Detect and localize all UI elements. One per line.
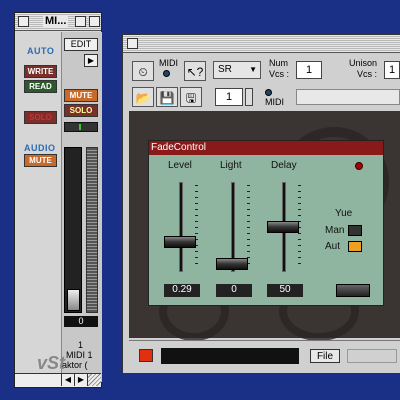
save-as-icon[interactable]: 🖫 <box>180 87 202 107</box>
unison-input[interactable]: 1 <box>384 61 400 79</box>
light-ticks <box>247 185 250 269</box>
save-icon[interactable]: 💾 <box>156 87 178 107</box>
man-toggle[interactable] <box>348 225 362 236</box>
status-display <box>161 348 299 364</box>
expand-arrow-icon[interactable]: ▶ <box>84 54 98 67</box>
channel-device: aktor ( <box>62 360 88 370</box>
sr-select-value: SR <box>218 64 232 75</box>
auto-label: AUTO <box>27 46 55 56</box>
main-close-box-icon[interactable] <box>127 38 138 49</box>
mixer-strip-window: MI... AUTO WRITE READ SOLO AUDIO MUTE ED… <box>14 12 102 388</box>
help-pointer-icon[interactable]: ↖? <box>184 61 206 81</box>
light-label: Light <box>220 160 242 171</box>
aut-label: Aut <box>325 241 341 252</box>
delay-slider-knob[interactable] <box>267 221 299 233</box>
fader-value: 0 <box>64 316 98 327</box>
sr-select[interactable]: SR ▼ <box>213 61 261 79</box>
mute-right-button[interactable]: MUTE <box>64 89 98 102</box>
fade-control-led <box>355 162 363 170</box>
main-status-bar: File <box>129 340 400 370</box>
file-button[interactable]: File <box>310 349 340 363</box>
edit-button[interactable]: EDIT <box>64 38 98 51</box>
solo-left-button[interactable]: SOLO <box>24 111 57 124</box>
vst-logo: vSt <box>37 353 66 373</box>
level-slider-knob[interactable] <box>164 236 196 248</box>
field-input[interactable]: 1 <box>215 88 243 106</box>
solo-right-button[interactable]: SOLO <box>64 104 98 117</box>
level-slider-track[interactable] <box>179 182 183 272</box>
resize-handle-icon[interactable] <box>87 374 101 386</box>
midi-indicator-2 <box>265 89 272 96</box>
scroll-left-arrow-icon[interactable]: ◀ <box>61 374 74 386</box>
main-title-bar[interactable] <box>123 35 400 53</box>
collapse-box-icon[interactable] <box>89 16 100 27</box>
level-label: Level <box>168 160 192 171</box>
light-value: 0 <box>216 284 252 297</box>
write-button[interactable]: WRITE <box>24 65 57 78</box>
num-voices-label-2: Vcs : <box>269 69 290 79</box>
fade-control-module: FadeControl Level Light Delay 0.29 0 50 … <box>148 140 384 306</box>
record-indicator[interactable] <box>139 349 153 362</box>
midi-indicator <box>163 70 170 77</box>
unison-label: Unison <box>349 58 378 68</box>
mute-left-button[interactable]: MUTE <box>24 154 57 167</box>
fade-action-button[interactable] <box>336 284 370 297</box>
close-box-icon[interactable] <box>18 16 29 27</box>
channel-name[interactable]: MIDI 1 <box>66 350 93 360</box>
read-button[interactable]: READ <box>24 80 57 93</box>
yue-label: Yue <box>335 208 353 219</box>
channel-number: 1 <box>78 340 84 350</box>
aut-toggle[interactable] <box>348 241 362 252</box>
midi-label-2: MIDI <box>265 97 284 107</box>
delay-label: Delay <box>271 160 297 171</box>
unison-vcs-label: Vcs : <box>357 69 378 79</box>
man-label: Man <box>325 225 345 236</box>
info-bar <box>296 89 400 105</box>
status-empty-field <box>347 349 397 363</box>
delay-value: 50 <box>267 284 303 297</box>
scroll-right-arrow-icon[interactable]: ▶ <box>74 374 87 386</box>
audio-label: AUDIO <box>24 143 56 153</box>
fade-control-title: FadeControl <box>149 141 383 155</box>
mixer-title: MI... <box>43 15 69 28</box>
channel-meter <box>86 147 98 313</box>
level-ticks <box>195 185 198 269</box>
zoom-box-icon[interactable] <box>75 16 86 27</box>
num-voices-input[interactable]: 1 <box>296 61 322 79</box>
num-voices-label-1: Num <box>269 58 289 68</box>
open-folder-icon[interactable]: 📂 <box>132 87 154 107</box>
level-value: 0.29 <box>164 284 200 297</box>
chevron-down-icon: ▼ <box>249 65 257 74</box>
clock-icon[interactable]: ⏲ <box>132 61 154 81</box>
spin-stepper[interactable] <box>245 88 253 106</box>
fader-knob[interactable] <box>67 289 80 311</box>
light-slider-knob[interactable] <box>216 258 248 270</box>
midi-label: MIDI <box>159 58 178 68</box>
level-meter <box>64 122 98 132</box>
